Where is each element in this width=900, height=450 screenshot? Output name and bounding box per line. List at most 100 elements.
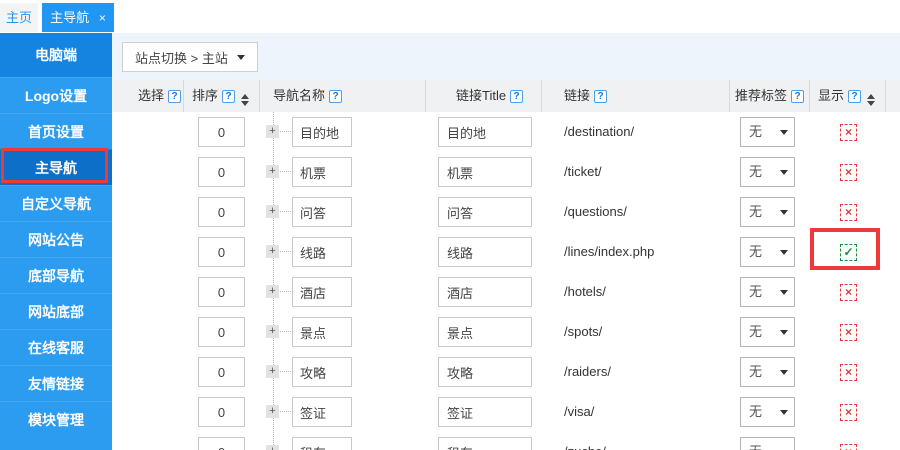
tree-expand-icon[interactable]: + bbox=[266, 125, 279, 138]
table-row: + /raiders/无 × bbox=[112, 352, 900, 392]
nav-name-input[interactable] bbox=[292, 317, 352, 347]
tree-expand-icon[interactable]: + bbox=[266, 165, 279, 178]
tree-expand-icon[interactable]: + bbox=[266, 365, 279, 378]
tree-expand-icon[interactable]: + bbox=[266, 245, 279, 258]
column-header-link: 链接? bbox=[542, 80, 730, 112]
visible-off-icon[interactable]: × bbox=[840, 404, 857, 421]
sort-input[interactable] bbox=[198, 357, 245, 387]
tab-main-nav[interactable]: 主导航 × bbox=[42, 3, 114, 32]
tag-select[interactable]: 无 bbox=[740, 317, 795, 347]
sort-asc-icon[interactable] bbox=[241, 94, 249, 99]
link-title-input[interactable] bbox=[438, 397, 532, 427]
sort-input[interactable] bbox=[198, 397, 245, 427]
tag-select[interactable]: 无 bbox=[740, 437, 795, 450]
tab-bar: 主页 主导航 × bbox=[0, 0, 900, 33]
nav-name-input[interactable] bbox=[292, 437, 352, 450]
help-icon[interactable]: ? bbox=[848, 90, 861, 103]
sort-input[interactable] bbox=[198, 437, 245, 450]
visible-off-icon[interactable]: × bbox=[840, 204, 857, 221]
visible-off-icon[interactable]: × bbox=[840, 324, 857, 341]
help-icon[interactable]: ? bbox=[168, 90, 181, 103]
link-text: /questions/ bbox=[564, 192, 627, 232]
link-title-input[interactable] bbox=[438, 117, 532, 147]
sidebar-item-online-service[interactable]: 在线客服 bbox=[0, 329, 112, 365]
tag-select[interactable]: 无 bbox=[740, 157, 795, 187]
link-title-input[interactable] bbox=[438, 157, 532, 187]
tag-select[interactable]: 无 bbox=[740, 237, 795, 267]
tree-expand-icon[interactable]: + bbox=[266, 325, 279, 338]
nav-name-input[interactable] bbox=[292, 157, 352, 187]
sidebar-item-main-nav[interactable]: 主导航 bbox=[0, 149, 112, 185]
visible-off-icon[interactable]: × bbox=[840, 444, 857, 450]
sidebar-item-module-manage[interactable]: 模块管理 bbox=[0, 401, 112, 437]
sort-desc-icon[interactable] bbox=[867, 101, 875, 106]
sidebar-item-home-settings[interactable]: 首页设置 bbox=[0, 113, 112, 149]
tree-expand-icon[interactable]: + bbox=[266, 205, 279, 218]
sort-asc-icon[interactable] bbox=[867, 94, 875, 99]
tag-select-value: 无 bbox=[749, 318, 762, 346]
sidebar-item-site-notice[interactable]: 网站公告 bbox=[0, 221, 112, 257]
link-text: /hotels/ bbox=[564, 272, 606, 312]
tab-home[interactable]: 主页 bbox=[0, 3, 38, 32]
sort-arrows-icon[interactable] bbox=[867, 94, 875, 106]
tag-select[interactable]: 无 bbox=[740, 397, 795, 427]
tree-connector bbox=[280, 171, 291, 172]
main-content: 站点切换 > 主站 选择?排序?导航名称?链接Title?链接?推荐标签?显示?… bbox=[112, 33, 900, 450]
sidebar: 电脑端 Logo设置首页设置主导航自定义导航网站公告底部导航网站底部在线客服友情… bbox=[0, 33, 112, 450]
nav-name-input[interactable] bbox=[292, 117, 352, 147]
table-header: 选择?排序?导航名称?链接Title?链接?推荐标签?显示? bbox=[112, 80, 900, 112]
tag-select[interactable]: 无 bbox=[740, 117, 795, 147]
sidebar-item-footer-nav[interactable]: 底部导航 bbox=[0, 257, 112, 293]
nav-name-input[interactable] bbox=[292, 237, 352, 267]
help-icon[interactable]: ? bbox=[222, 90, 235, 103]
link-text: /visa/ bbox=[564, 392, 594, 432]
nav-name-input[interactable] bbox=[292, 197, 352, 227]
table-row: + /hotels/无 × bbox=[112, 272, 900, 312]
visible-off-icon[interactable]: × bbox=[840, 124, 857, 141]
sort-desc-icon[interactable] bbox=[241, 101, 249, 106]
link-title-input[interactable] bbox=[438, 437, 532, 450]
nav-name-input[interactable] bbox=[292, 397, 352, 427]
help-icon[interactable]: ? bbox=[329, 90, 342, 103]
caret-down-icon bbox=[780, 370, 788, 375]
tree-expand-icon[interactable]: + bbox=[266, 405, 279, 418]
sidebar-item-friend-links[interactable]: 友情链接 bbox=[0, 365, 112, 401]
sidebar-item-custom-nav[interactable]: 自定义导航 bbox=[0, 185, 112, 221]
nav-name-input[interactable] bbox=[292, 357, 352, 387]
sidebar-item-site-footer[interactable]: 网站底部 bbox=[0, 293, 112, 329]
link-title-input[interactable] bbox=[438, 277, 532, 307]
sort-input[interactable] bbox=[198, 197, 245, 227]
visible-off-icon[interactable]: × bbox=[840, 364, 857, 381]
tag-select[interactable]: 无 bbox=[740, 197, 795, 227]
sort-input[interactable] bbox=[198, 157, 245, 187]
caret-down-icon bbox=[780, 330, 788, 335]
link-title-input[interactable] bbox=[438, 317, 532, 347]
sort-input[interactable] bbox=[198, 237, 245, 267]
site-switch-button[interactable]: 站点切换 > 主站 bbox=[122, 42, 258, 72]
tree-expand-icon[interactable]: + bbox=[266, 285, 279, 298]
sort-arrows-icon[interactable] bbox=[241, 94, 249, 106]
tree-connector bbox=[280, 131, 291, 132]
visible-off-icon[interactable]: × bbox=[840, 164, 857, 181]
link-title-input[interactable] bbox=[438, 237, 532, 267]
help-icon[interactable]: ? bbox=[594, 90, 607, 103]
tag-select-value: 无 bbox=[749, 158, 762, 186]
link-text: /zuche/ bbox=[564, 432, 606, 450]
link-text: /raiders/ bbox=[564, 352, 611, 392]
link-title-input[interactable] bbox=[438, 357, 532, 387]
visible-off-icon[interactable]: × bbox=[840, 284, 857, 301]
close-icon[interactable]: × bbox=[99, 11, 106, 25]
tag-select[interactable]: 无 bbox=[740, 277, 795, 307]
nav-name-input[interactable] bbox=[292, 277, 352, 307]
tree-expand-icon[interactable]: + bbox=[266, 445, 279, 450]
help-icon[interactable]: ? bbox=[791, 90, 804, 103]
sort-input[interactable] bbox=[198, 277, 245, 307]
sort-input[interactable] bbox=[198, 317, 245, 347]
sidebar-item-logo-settings[interactable]: Logo设置 bbox=[0, 77, 112, 113]
help-icon[interactable]: ? bbox=[510, 90, 523, 103]
visible-on-icon[interactable]: ✓ bbox=[840, 244, 857, 261]
link-title-input[interactable] bbox=[438, 197, 532, 227]
sort-input[interactable] bbox=[198, 117, 245, 147]
tag-select[interactable]: 无 bbox=[740, 357, 795, 387]
table-body: +/destination/无×+/ticket/无×+/questions/无… bbox=[112, 112, 900, 450]
